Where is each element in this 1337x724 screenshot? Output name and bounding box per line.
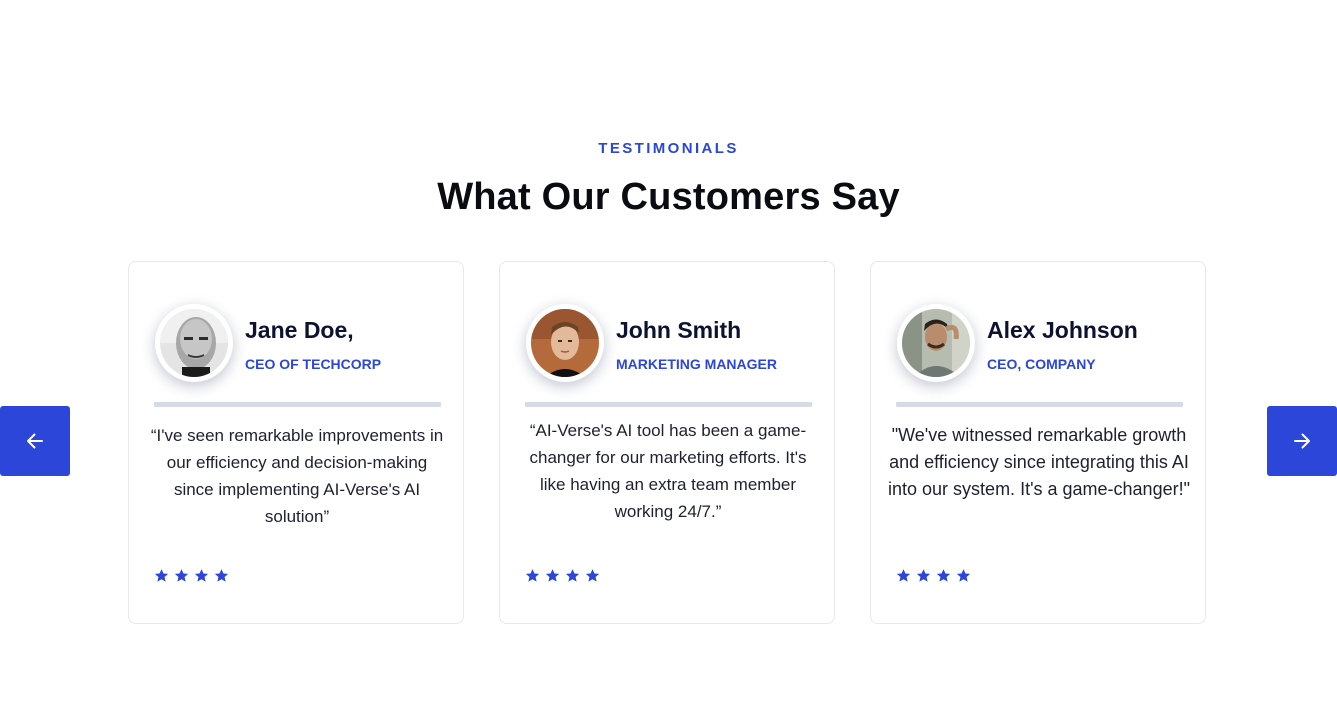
testimonial-role: MARKETING MANAGER: [616, 356, 777, 372]
avatar: [897, 304, 975, 382]
star-icon: [154, 569, 169, 582]
star-icon: [545, 569, 560, 582]
star-icon: [174, 569, 189, 582]
star-icon: [565, 569, 580, 582]
testimonial-card: Alex Johnson CEO, COMPANY "We've witness…: [870, 261, 1206, 624]
prev-slide-button[interactable]: [0, 406, 70, 476]
divider: [896, 402, 1183, 407]
star-icon: [936, 569, 951, 582]
star-icon: [194, 569, 209, 582]
testimonial-role: CEO OF TECHCORP: [245, 356, 382, 372]
star-icon: [585, 569, 600, 582]
arrow-right-icon: [1294, 433, 1310, 449]
testimonial-card: Jane Doe, CEO OF TECHCORP “I've seen rem…: [128, 261, 464, 624]
testimonial-name: John Smith: [616, 317, 742, 343]
arrow-left-icon: [27, 433, 43, 449]
star-icon: [214, 569, 229, 582]
testimonial-quote: "We've witnessed remarkable growth and e…: [888, 425, 1190, 499]
divider: [154, 402, 441, 407]
star-rating: [154, 568, 229, 583]
avatar: [155, 304, 233, 382]
testimonial-role: CEO, COMPANY: [987, 356, 1096, 372]
testimonial-card: John Smith MARKETING MANAGER “AI-Verse's…: [499, 261, 835, 624]
testimonial-quote: “AI-Verse's AI tool has been a game-chan…: [529, 421, 807, 521]
star-icon: [896, 569, 911, 582]
avatar: [526, 304, 604, 382]
section-heading: What Our Customers Say: [437, 176, 900, 218]
next-slide-button[interactable]: [1267, 406, 1337, 476]
divider: [525, 402, 812, 407]
star-rating: [525, 568, 600, 583]
star-icon: [956, 569, 971, 582]
star-icon: [525, 569, 540, 582]
star-rating: [896, 568, 971, 583]
testimonial-name: Alex Johnson: [987, 317, 1138, 343]
section-eyebrow: TESTIMONIALS: [598, 140, 739, 157]
testimonial-quote: “I've seen remarkable improvements in ou…: [150, 426, 444, 526]
testimonial-name: Jane Doe,: [245, 317, 354, 343]
star-icon: [916, 569, 931, 582]
